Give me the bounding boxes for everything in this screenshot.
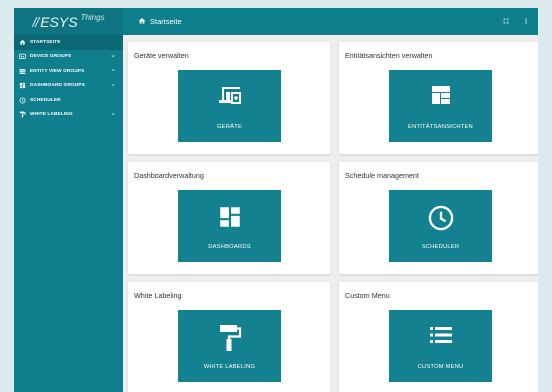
card-title: Custom Menu [345, 291, 390, 300]
sidebar-item-entity-view-groups[interactable]: ENTITY VIEW GROUPS [14, 64, 123, 79]
sidebar-item-dashboard-groups[interactable]: DASHBOARD GROUPS [14, 79, 123, 94]
devices-icon [218, 87, 241, 104]
sidebar: STARTSEITE DEVICE GROUPS ENTITY VIEW GRO… [14, 35, 123, 392]
sidebar-item-label: SCHEDULER [30, 97, 61, 103]
sidebar-item-startseite[interactable]: STARTSEITE [14, 35, 123, 50]
tile-label: ENTITÄTSANSICHTEN [408, 124, 473, 130]
entity-views-tile-button[interactable]: ENTITÄTSANSICHTEN [389, 70, 492, 142]
custom-menu-tile-button[interactable]: CUSTOM MENU [389, 310, 492, 382]
card-title: Entitätsansichten verwalten [345, 51, 433, 60]
sidebar-item-scheduler[interactable]: SCHEDULER [14, 93, 123, 108]
card-entity-views: Entitätsansichten verwalten ENTITÄTSANSI… [339, 42, 538, 154]
clock-icon [428, 205, 453, 231]
chevron-down-icon[interactable] [110, 82, 116, 90]
tile-label: DASHBOARDS [208, 244, 251, 250]
top-actions [502, 8, 530, 35]
white-labeling-tile-button[interactable]: WHITE LABELING [178, 310, 281, 382]
breadcrumb[interactable]: Startseite [138, 8, 182, 35]
top-toolbar: // ESYS Things Startseite [14, 8, 538, 35]
home-icon [138, 17, 146, 27]
sidebar-item-label: ENTITY VIEW GROUPS [30, 68, 85, 74]
sidebar-item-label: STARTSEITE [30, 39, 61, 45]
chevron-down-icon[interactable] [110, 53, 116, 61]
card-white-labeling: White Labeling WHITE LABELING [128, 282, 330, 392]
more-vert-icon[interactable] [522, 17, 530, 27]
app-window: // ESYS Things Startseite STARTSEITE DEV… [14, 8, 538, 392]
dashboard-icon [19, 82, 26, 89]
card-scheduler: Schedule management SCHEDULER [339, 162, 538, 274]
clock-icon [19, 97, 26, 104]
tile-label: SCHEDULER [421, 244, 460, 250]
card-dashboards: Dashboardverwaltung DASHBOARDS [128, 162, 330, 274]
paint-roller-icon [19, 111, 26, 118]
card-devices: Geräte verwalten GERÄTE [128, 42, 330, 154]
tile-label: WHITE LABELING [203, 364, 256, 370]
fullscreen-icon[interactable] [502, 17, 510, 27]
chevron-down-icon[interactable] [110, 111, 116, 119]
tile-label: GERÄTE [216, 124, 243, 130]
entity-view-icon [431, 86, 450, 104]
sidebar-item-white-labeling[interactable]: WHITE LABELING [14, 108, 123, 123]
card-custom-menu: Custom Menu CUSTOM MENU [339, 282, 538, 392]
breadcrumb-label: Startseite [150, 17, 182, 26]
home-icon [19, 39, 26, 46]
sidebar-item-label: WHITE LABELING [30, 112, 73, 118]
devices-tile-button[interactable]: GERÄTE [178, 70, 281, 142]
entity-view-icon [19, 68, 26, 75]
scheduler-tile-button[interactable]: SCHEDULER [389, 190, 492, 262]
tile-label: CUSTOM MENU [417, 364, 464, 370]
paint-roller-icon [219, 325, 241, 351]
chevron-down-icon[interactable] [110, 67, 116, 75]
card-title: Geräte verwalten [134, 51, 189, 60]
sidebar-item-label: DASHBOARD GROUPS [30, 83, 85, 89]
logo-text: ESYS [40, 13, 78, 30]
card-title: White Labeling [134, 291, 182, 300]
sidebar-item-device-groups[interactable]: DEVICE GROUPS [14, 50, 123, 65]
dashboard-icon [219, 207, 240, 227]
dashboards-tile-button[interactable]: DASHBOARDS [178, 190, 281, 262]
logo-mark: // [32, 13, 39, 30]
logo[interactable]: // ESYS Things [14, 8, 123, 35]
device-icon [19, 53, 26, 60]
sidebar-item-label: DEVICE GROUPS [30, 54, 72, 60]
list-icon [429, 327, 452, 343]
logo-subtext: Things [80, 13, 105, 22]
card-title: Dashboardverwaltung [134, 171, 204, 180]
card-title: Schedule management [345, 171, 419, 180]
